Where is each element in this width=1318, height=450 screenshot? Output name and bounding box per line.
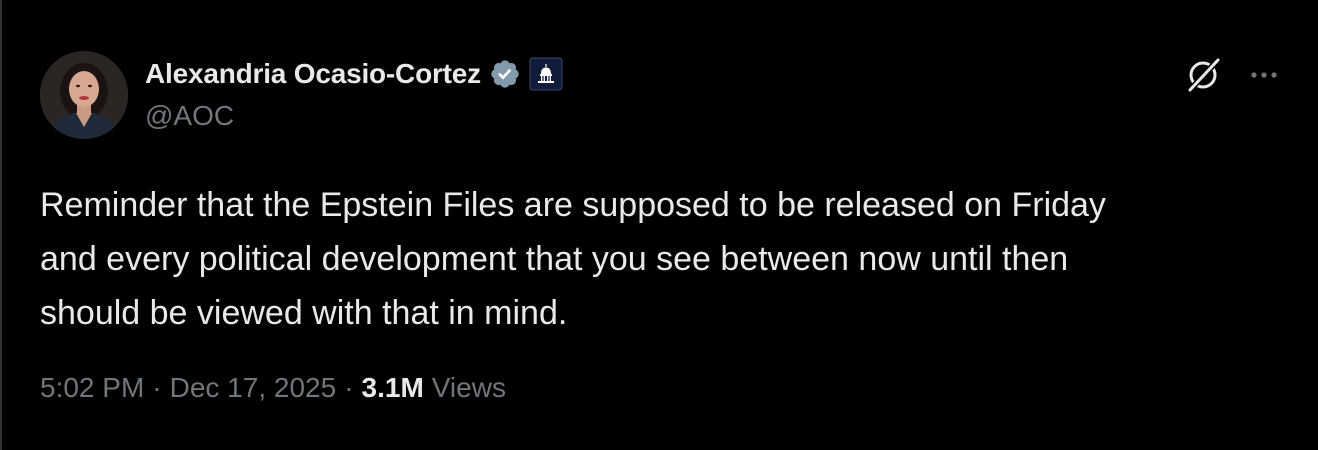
avatar[interactable] <box>40 51 128 139</box>
tweet-time[interactable]: 5:02 PM <box>40 372 144 404</box>
views-label[interactable]: Views <box>432 372 506 404</box>
tweet-metadata: 5:02 PM · Dec 17, 2025 · 3.1M Views <box>40 372 506 404</box>
author-display-name[interactable]: Alexandria Ocasio-Cortez <box>145 58 481 90</box>
meta-separator: · <box>152 372 162 403</box>
grok-icon[interactable] <box>1182 54 1224 96</box>
tweet-date[interactable]: Dec 17, 2025 <box>170 372 337 404</box>
views-count[interactable]: 3.1M <box>362 372 424 404</box>
more-options-icon[interactable] <box>1240 54 1288 96</box>
tweet-text-line: Reminder that the Epstein Files are supp… <box>40 186 1106 224</box>
verified-badge-icon[interactable] <box>489 58 521 90</box>
capitol-government-badge-icon[interactable] <box>529 57 563 91</box>
tweet-card: Alexandria Ocasio-Cortez @AOC Reminder t… <box>0 0 1318 450</box>
tweet-text-line: should be viewed with that in mind. <box>40 294 568 332</box>
tweet-text: Reminder that the Epstein Files are supp… <box>40 178 1280 340</box>
avatar-image <box>40 51 128 139</box>
meta-separator: · <box>344 372 354 403</box>
author-name-row: Alexandria Ocasio-Cortez <box>145 56 563 92</box>
author-handle[interactable]: @AOC <box>145 100 234 132</box>
tweet-text-line: and every political development that you… <box>40 240 1069 278</box>
